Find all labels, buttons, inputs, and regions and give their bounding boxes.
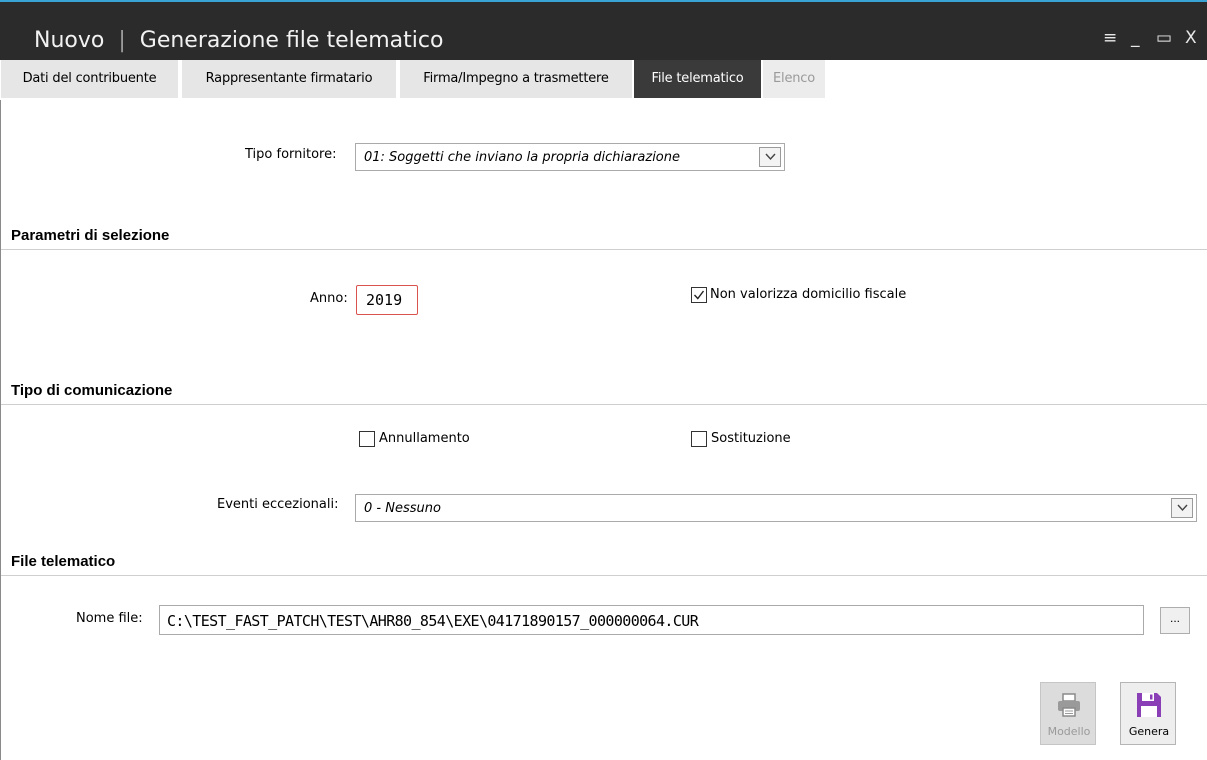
save-icon <box>1135 691 1163 722</box>
eventi-value: 0 - Nessuno <box>364 501 441 516</box>
annullamento-label: Annullamento <box>379 431 470 446</box>
tab-elenco: Elenco <box>763 60 825 98</box>
sostituzione-label: Sostituzione <box>711 431 791 446</box>
tab-strip: Dati del contribuente Rappresentante fir… <box>0 60 1207 100</box>
window-title: Nuovo | Generazione file telematico <box>34 28 443 53</box>
tab-file-telematico[interactable]: File telematico <box>634 60 761 98</box>
menu-icon[interactable]: ≡ <box>1103 28 1117 48</box>
nome-file-input[interactable]: C:\TEST_FAST_PATCH\TEST\AHR80_854\EXE\04… <box>159 605 1144 635</box>
eventi-select[interactable]: 0 - Nessuno <box>355 494 1197 522</box>
section-title-parametri: Parametri di selezione <box>11 227 170 244</box>
tipo-fornitore-select[interactable]: 01: Soggetti che inviano la propria dich… <box>355 143 785 171</box>
eventi-label: Eventi eccezionali: <box>217 497 339 512</box>
non-valorizza-checkbox[interactable] <box>691 287 707 303</box>
modello-label: Modello <box>1047 725 1091 738</box>
annullamento-checkbox[interactable] <box>359 431 375 447</box>
genera-label: Genera <box>1128 725 1170 738</box>
browse-button[interactable]: ... <box>1160 607 1190 634</box>
nome-file-label: Nome file: <box>76 611 143 626</box>
close-button[interactable]: X <box>1185 28 1197 48</box>
title-bar: Nuovo | Generazione file telematico ≡ _ ▭ … <box>0 0 1207 60</box>
maximize-button[interactable]: ▭ <box>1156 28 1172 48</box>
modello-button: Modello <box>1040 682 1096 745</box>
anno-field[interactable]: 2019 <box>356 285 418 315</box>
chevron-down-icon[interactable] <box>759 147 781 167</box>
chevron-down-icon[interactable] <box>1171 498 1193 518</box>
sostituzione-checkbox[interactable] <box>691 431 707 447</box>
window-frame <box>0 0 1 760</box>
title-separator: | <box>118 28 126 53</box>
section-title-tipo-comunicazione: Tipo di comunicazione <box>11 382 173 399</box>
minimize-button[interactable]: _ <box>1131 28 1140 48</box>
section-divider <box>1 575 1207 576</box>
nome-file-value: C:\TEST_FAST_PATCH\TEST\AHR80_854\EXE\04… <box>167 612 699 630</box>
non-valorizza-label: Non valorizza domicilio fiscale <box>710 287 907 302</box>
tab-firma-impegno[interactable]: Firma/Impegno a trasmettere <box>400 60 632 98</box>
anno-label: Anno: <box>310 291 348 306</box>
tab-rappresentante-firmatario[interactable]: Rappresentante firmatario <box>182 60 396 98</box>
tipo-fornitore-label: Tipo fornitore: <box>245 147 337 162</box>
genera-button[interactable]: Genera <box>1120 682 1176 745</box>
printer-icon <box>1055 691 1083 722</box>
tipo-fornitore-value: 01: Soggetti che inviano la propria dich… <box>364 150 680 165</box>
section-divider <box>1 249 1207 250</box>
section-title-file-telematico: File telematico <box>11 553 116 570</box>
anno-value: 2019 <box>366 291 403 309</box>
title-text: Generazione file telematico <box>139 28 444 53</box>
tab-dati-contribuente[interactable]: Dati del contribuente <box>1 60 178 98</box>
section-divider <box>1 404 1207 405</box>
mode-label: Nuovo <box>34 28 105 53</box>
